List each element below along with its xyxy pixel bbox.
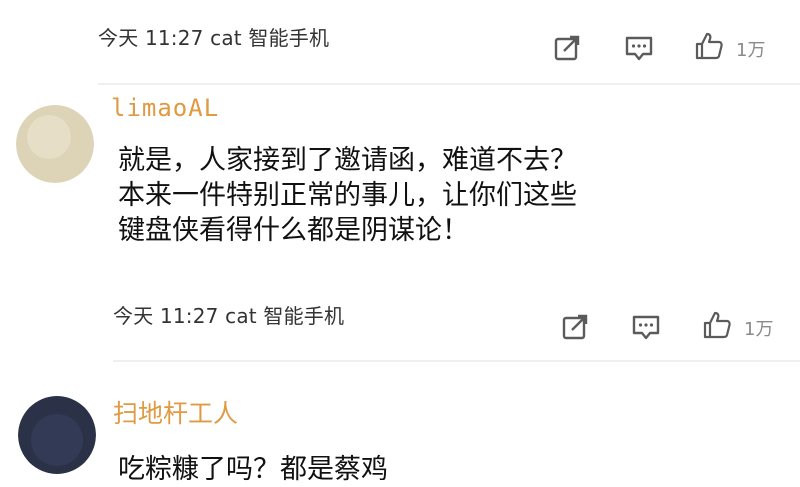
like-button[interactable] [694,31,724,65]
avatar[interactable] [18,396,96,474]
thumbs-up-icon [695,32,723,60]
reply-button[interactable] [624,33,654,67]
comment-meta: 今天 11:27 cat 智能手机 [113,304,345,328]
share-button[interactable] [560,312,590,346]
thumbs-up-icon [703,311,731,339]
like-button[interactable] [702,310,732,344]
divider [113,360,800,362]
avatar[interactable] [16,105,94,183]
comment-line: 就是，人家接到了邀请函，难道不去？ [118,145,577,176]
reply-button[interactable] [631,312,661,346]
reply-icon [625,36,653,61]
comment-line: 键盘侠看得什么都是阴谋论！ [118,215,469,246]
share-icon [562,314,588,340]
username[interactable]: 扫地杆工人 [113,394,238,430]
comment-text: 就是，人家接到了邀请函，难道不去？ 本来一件特别正常的事儿，让你们这些 键盘侠看… [118,143,577,248]
share-button[interactable] [552,33,582,67]
like-count: 1万 [736,40,766,61]
like-count: 1万 [744,319,774,340]
divider [98,83,800,85]
comment-line: 本来一件特别正常的事儿，让你们这些 [118,180,577,211]
share-icon [554,35,580,61]
reply-icon [632,315,660,340]
username[interactable]: limaoAL [111,94,219,122]
comment-text: 吃粽糠了吗？都是蔡鸡 [118,452,388,487]
comment-meta: 今天 11:27 cat 智能手机 [98,26,330,50]
comment-line: 吃粽糠了吗？都是蔡鸡 [118,454,388,485]
